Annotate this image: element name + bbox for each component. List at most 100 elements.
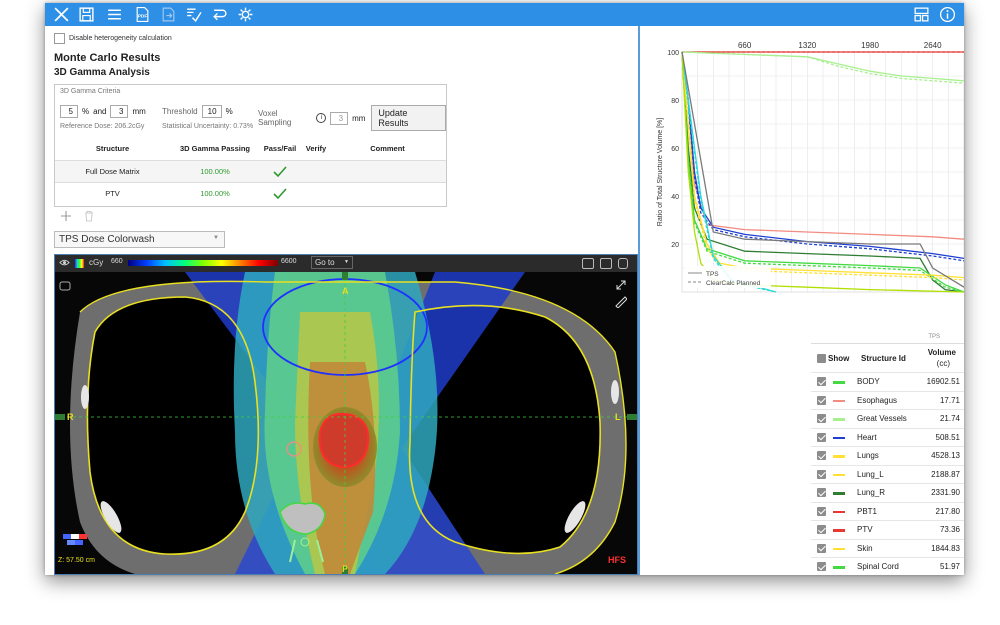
distance-mm-input[interactable]: 3 (110, 105, 129, 118)
ct-dose-image[interactable] (55, 272, 637, 574)
structure-name: Lung_R (857, 488, 886, 497)
structure-name: Lungs (857, 451, 879, 460)
y-axis-label: Ratio of Total Structure Volume [%] (657, 118, 664, 226)
y-tick-label: 100 (667, 50, 679, 57)
structure-volume: 2331.90 (931, 488, 960, 497)
header-show: Show (828, 354, 850, 363)
results-table-header: Structure 3D Gamma Passing Pass/Fail Ver… (55, 138, 446, 159)
pass-check-icon (255, 183, 305, 204)
legend-label: TPS (706, 271, 719, 278)
structure-color-swatch (833, 492, 845, 495)
show-checkbox[interactable] (817, 469, 826, 479)
dose-display-selected: TPS Dose Colorwash (59, 234, 155, 245)
update-results-button[interactable]: Update Results (371, 105, 446, 131)
table-row[interactable]: Lung_R 2331.90 (811, 483, 964, 503)
trash-icon[interactable] (83, 209, 95, 222)
gamma-passing-value: 100.00% (200, 167, 230, 176)
orientation-right: R (67, 412, 74, 422)
layout-icon[interactable] (912, 5, 931, 24)
x-tick-label: 20 (803, 295, 812, 296)
show-checkbox[interactable] (817, 562, 826, 571)
y-tick-label: 60 (671, 146, 679, 153)
show-checkbox[interactable] (817, 451, 826, 460)
pass-check-icon (255, 161, 305, 182)
table-row[interactable]: PTV 100.00% (55, 182, 446, 204)
chevron-down-icon: ▼ (213, 235, 219, 241)
dose-display-dropdown[interactable]: TPS Dose Colorwash ▼ (54, 231, 225, 248)
gamma-criteria-panel: 3D Gamma Criteria 5 % and 3 mm Threshold… (54, 84, 447, 207)
show-checkbox[interactable] (817, 525, 826, 534)
y-tick-label: 80 (671, 98, 679, 105)
verify-icon[interactable] (184, 5, 203, 24)
structure-volume: 51.97 (939, 562, 960, 571)
x-top-tick-label: 1320 (798, 41, 816, 50)
dose-viewer[interactable]: cGy 660 6600 Go to ▼ A P R L Z: 57.50 cm… (54, 254, 638, 575)
table-row[interactable]: Lungs 4528.13 (811, 446, 964, 466)
table-row[interactable]: Spinal Cord 51.97 (811, 557, 964, 575)
threshold-label: Threshold (162, 107, 198, 116)
goto-dropdown[interactable]: Go to ▼ (311, 256, 353, 269)
threshold-unit: % (225, 107, 233, 116)
view-toggle-icon[interactable] (618, 258, 628, 269)
pdf-icon[interactable]: PDF (133, 5, 152, 24)
return-icon[interactable] (210, 5, 229, 24)
threshold-input[interactable]: 10 (201, 105, 222, 118)
show-checkbox[interactable] (817, 414, 826, 423)
table-row[interactable]: PTV 73.36 (811, 520, 964, 540)
structure-name: Skin (857, 543, 873, 553)
show-all-checkbox[interactable] (817, 354, 826, 363)
table-row[interactable]: Full Dose Matrix 100.00% (55, 160, 446, 182)
table-row[interactable]: Skin 1844.83 (811, 538, 964, 559)
add-icon[interactable] (60, 209, 72, 221)
dose-percent-input[interactable]: 5 (60, 105, 78, 118)
z-position-readout: Z: 57.50 cm (58, 557, 95, 564)
show-checkbox[interactable] (817, 543, 826, 553)
expand-icon[interactable] (615, 278, 627, 290)
info-icon[interactable] (938, 5, 957, 24)
view-toggle-icon[interactable] (582, 258, 594, 269)
legend-label: ClearCalc Planned (706, 280, 761, 287)
dose-colorbar[interactable] (128, 260, 278, 266)
close-icon[interactable] (52, 5, 71, 24)
export-icon[interactable] (159, 5, 178, 24)
disable-heterogeneity-label: Disable heterogeneity calculation (69, 35, 172, 42)
voxel-sampling-label: Voxel Sampling (258, 109, 292, 127)
settings-icon[interactable] (236, 5, 255, 24)
structure-table-header: Show Structure Id Volume (cc) (811, 343, 964, 372)
structure-name: Esophagus (857, 395, 898, 405)
table-row[interactable]: Esophagus 17.71 (811, 390, 964, 411)
table-row[interactable]: Heart 508.51 (811, 427, 964, 448)
table-row[interactable]: BODY 16902.51 (811, 372, 964, 392)
ruler-icon[interactable] (615, 295, 628, 309)
lock-view-icon[interactable] (59, 278, 71, 291)
show-checkbox[interactable] (817, 506, 826, 516)
structure-volume: 21.74 (939, 414, 960, 423)
statistical-uncertainty: Statistical Uncertainty: 0.73% (162, 123, 254, 130)
colormap-icon[interactable] (75, 259, 84, 268)
disable-heterogeneity-option[interactable]: Disable heterogeneity calculation (54, 33, 172, 44)
table-row[interactable]: PBT1 217.80 (811, 501, 964, 522)
info-icon[interactable]: i (316, 113, 327, 123)
menu-icon[interactable] (105, 5, 124, 24)
voxel-sampling-input[interactable]: 3 (330, 111, 349, 125)
table-group-label: TPS (928, 334, 940, 340)
header-gamma-passing: 3D Gamma Passing (179, 144, 251, 153)
save-icon[interactable] (77, 5, 96, 24)
structure-volume: 1844.83 (931, 543, 960, 553)
y-tick-label: 40 (671, 194, 679, 201)
orientation-left: L (615, 412, 621, 422)
show-checkbox[interactable] (817, 377, 826, 386)
view-toggle-icon[interactable] (600, 258, 612, 269)
dvh-chart[interactable]: 0 10 20 30 40 20 40 60 80 100 660 1320 1980 2640 Ratio… (640, 26, 964, 296)
gamma-passing-value: 100.00% (200, 189, 230, 198)
table-row[interactable]: Lung_L 2188.87 (811, 464, 964, 485)
eye-icon[interactable] (59, 258, 70, 268)
x-tick-label: 40 (928, 295, 937, 296)
disable-heterogeneity-checkbox[interactable] (54, 33, 65, 44)
show-checkbox[interactable] (817, 432, 826, 442)
table-row[interactable]: Great Vessels 21.74 (811, 409, 964, 429)
header-structure: Structure (95, 144, 130, 153)
show-checkbox[interactable] (817, 488, 826, 497)
show-checkbox[interactable] (817, 395, 826, 405)
structure-name: PTV (105, 189, 120, 198)
